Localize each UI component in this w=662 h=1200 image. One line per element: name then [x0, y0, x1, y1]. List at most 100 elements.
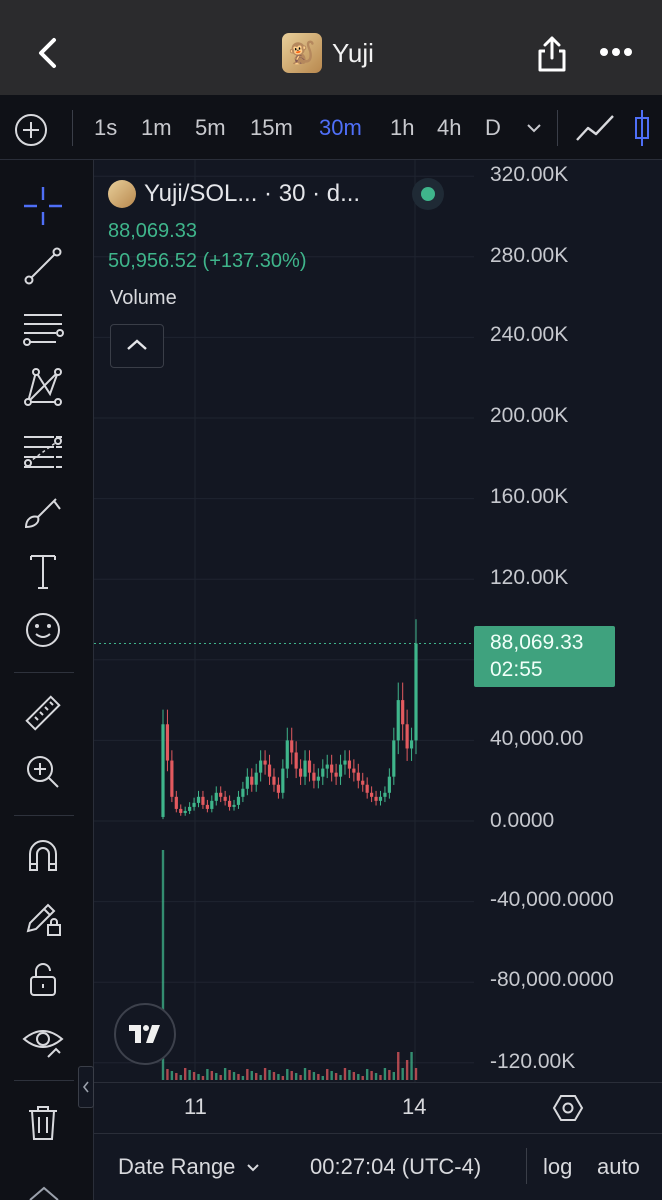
market-status-indicator[interactable]	[412, 178, 444, 210]
tools-separator	[14, 672, 74, 673]
line-chart-style-button[interactable]	[574, 112, 616, 144]
price-axis-label: -120.00K	[490, 1050, 576, 1073]
legend-price: 88,069.33	[108, 220, 197, 242]
chevron-up-icon	[29, 1186, 59, 1200]
symbol-avatar	[108, 180, 136, 208]
candle-body	[259, 760, 263, 773]
avatar: 🐒	[282, 33, 322, 73]
app-title-group: 🐒 Yuji	[282, 33, 374, 73]
tradingview-logo[interactable]	[114, 1003, 176, 1065]
candlestick-series	[161, 619, 418, 820]
interval-5m[interactable]: 5m	[195, 113, 226, 143]
smile-icon	[26, 613, 60, 647]
volume-bar	[281, 1076, 285, 1080]
interval-D[interactable]: D	[485, 113, 501, 143]
volume-bar	[170, 1071, 174, 1080]
log-scale-toggle[interactable]: log	[543, 1154, 572, 1180]
volume-bar	[255, 1073, 258, 1080]
volume-bar	[303, 1068, 307, 1080]
zoom-in-icon	[27, 756, 59, 788]
date-range-dropdown[interactable]: Date Range	[118, 1154, 261, 1180]
lock-drawings-tool[interactable]	[20, 895, 66, 941]
interval-1s[interactable]: 1s	[94, 113, 117, 143]
trend-line-tool[interactable]	[20, 243, 66, 289]
candle-body	[201, 796, 205, 805]
volume-bar	[410, 1052, 413, 1080]
chevron-left-icon	[39, 38, 56, 68]
bottom-bar-divider	[526, 1148, 527, 1184]
candle-body	[263, 760, 267, 765]
last-price-tag: 88,069.33 02:55	[474, 626, 615, 687]
legend-collapse-button[interactable]	[110, 324, 164, 368]
volume-bar	[405, 1060, 409, 1080]
volume-bar	[197, 1074, 200, 1080]
pattern-tool[interactable]	[20, 364, 66, 410]
candle-body	[192, 802, 196, 807]
interval-30m[interactable]: 30m	[319, 113, 362, 143]
volume-bar	[237, 1074, 240, 1080]
emoji-tool[interactable]	[20, 607, 66, 653]
candle-body	[205, 804, 209, 809]
horizontal-lines-tool[interactable]	[20, 305, 66, 351]
candles-button[interactable]	[630, 106, 662, 150]
more-horizontal-icon	[600, 48, 632, 56]
volume-bar	[401, 1068, 404, 1080]
interval-1m[interactable]: 1m	[141, 113, 172, 143]
candle-body	[338, 764, 343, 777]
share-button[interactable]	[534, 34, 570, 74]
lock-tool[interactable]	[20, 957, 66, 1003]
magnet-tool[interactable]	[20, 832, 66, 878]
last-price-value: 88,069.33	[490, 631, 584, 654]
interval-1h[interactable]: 1h	[390, 113, 414, 143]
chart-settings-button[interactable]	[552, 1092, 584, 1124]
candle-body	[276, 784, 281, 793]
candle-body	[241, 788, 245, 797]
crosshair-tool[interactable]	[20, 183, 66, 229]
delete-tool[interactable]	[20, 1099, 66, 1145]
candle-body	[214, 792, 218, 801]
volume-bar	[228, 1070, 231, 1080]
back-button[interactable]	[30, 35, 66, 71]
candle-body	[325, 764, 329, 769]
candle-body	[378, 796, 383, 801]
hexagon-settings-icon	[552, 1095, 584, 1121]
toolbar-divider	[557, 110, 558, 146]
volume-bar	[250, 1071, 253, 1080]
ruler-tool[interactable]	[20, 690, 66, 736]
volume-bar	[383, 1068, 387, 1080]
price-axis-label: 320.00K	[490, 163, 569, 186]
candles-icon	[635, 110, 649, 146]
fib-retracement-tool[interactable]	[20, 427, 66, 473]
price-axis-label: -80,000.0000	[490, 968, 614, 991]
app-title: Yuji	[332, 37, 374, 68]
interval-4h[interactable]: 4h	[437, 113, 461, 143]
candle-body	[392, 740, 396, 777]
text-icon	[30, 555, 56, 589]
text-tool[interactable]	[20, 548, 66, 594]
auto-scale-toggle[interactable]: auto	[597, 1154, 640, 1180]
more-button[interactable]	[598, 40, 634, 64]
candle-body	[347, 760, 352, 769]
intervals-dropdown-button[interactable]	[524, 114, 544, 142]
candle-body	[165, 724, 170, 761]
brush-tool[interactable]	[20, 489, 66, 535]
add-indicator-button[interactable]	[14, 113, 48, 147]
volume-bar	[388, 1070, 391, 1080]
hide-drawings-tool[interactable]	[20, 1017, 66, 1063]
timezone-clock[interactable]: 00:27:04 (UTC-4)	[310, 1154, 481, 1180]
interval-15m[interactable]: 15m	[250, 113, 293, 143]
more-tools-button[interactable]	[24, 1178, 64, 1200]
price-axis-label: 0.0000	[490, 809, 555, 832]
zoom-tool[interactable]	[20, 749, 66, 795]
volume-indicator-label[interactable]: Volume	[110, 287, 177, 310]
candle-body	[312, 772, 316, 781]
candle-body	[210, 800, 214, 809]
volume-bar	[357, 1074, 360, 1080]
chevron-down-icon	[527, 124, 541, 133]
panel-collapse-button[interactable]	[78, 1066, 94, 1108]
chevron-left-icon	[82, 1081, 89, 1093]
volume-bar	[361, 1076, 364, 1080]
symbol-legend[interactable]: Yuji/SOL... · 30 · d...	[108, 180, 360, 208]
candle-body	[281, 768, 285, 793]
price-axis-label: -40,000.0000	[490, 888, 614, 911]
